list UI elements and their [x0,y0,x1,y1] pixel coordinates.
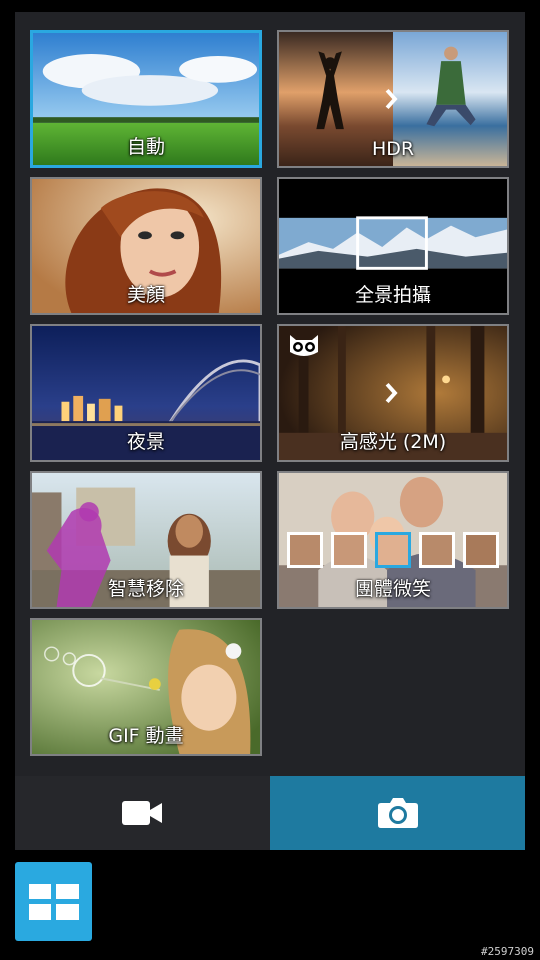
video-camera-icon [121,801,162,825]
capture-mode-bar [15,776,525,850]
mode-label-panorama: 全景拍攝 [354,284,431,306]
mode-label-gif-animation: GIF 動畫 [108,725,184,747]
mode-tile-all-smiles[interactable]: 團體微笑 [277,471,509,609]
owl-icon [290,335,318,356]
grid-icon [28,883,79,920]
mode-label-hdr: HDR [371,138,415,160]
camera-icon [377,798,418,828]
mode-tile-auto[interactable]: 自動 [30,30,262,168]
mode-tile-beautification[interactable]: 美顏 [30,177,262,315]
mode-grid-button[interactable] [15,862,92,941]
mode-label-low-light: 高感光 (2M) [339,431,447,453]
camera-mode-panel: 自動 HDR 美顏 全景拍攝 夜景 高感光 (2M) 智慧移除 團體微笑 GIF… [15,12,525,776]
watermark-text: #2597309 [481,945,534,958]
mode-label-auto: 自動 [126,136,165,158]
face-thumbnail[interactable] [463,532,499,568]
video-mode-button[interactable] [15,776,270,850]
mode-label-beautification: 美顏 [126,284,165,306]
face-selector-strip [287,532,503,568]
mode-tile-panorama[interactable]: 全景拍攝 [277,177,509,315]
mode-tile-night[interactable]: 夜景 [30,324,262,462]
face-thumbnail[interactable] [419,532,455,568]
mode-label-all-smiles: 團體微笑 [354,578,431,600]
mode-tile-low-light[interactable]: 高感光 (2M) [277,324,509,462]
mode-tile-hdr[interactable]: HDR [277,30,509,168]
photo-mode-button[interactable] [270,776,525,850]
face-thumbnail-selected[interactable] [375,532,411,568]
face-thumbnail[interactable] [331,532,367,568]
face-thumbnail[interactable] [287,532,323,568]
mode-tile-gif-animation[interactable]: GIF 動畫 [30,618,262,756]
mode-label-smart-remove: 智慧移除 [107,578,184,600]
mode-label-night: 夜景 [126,431,165,453]
mode-tile-smart-remove[interactable]: 智慧移除 [30,471,262,609]
